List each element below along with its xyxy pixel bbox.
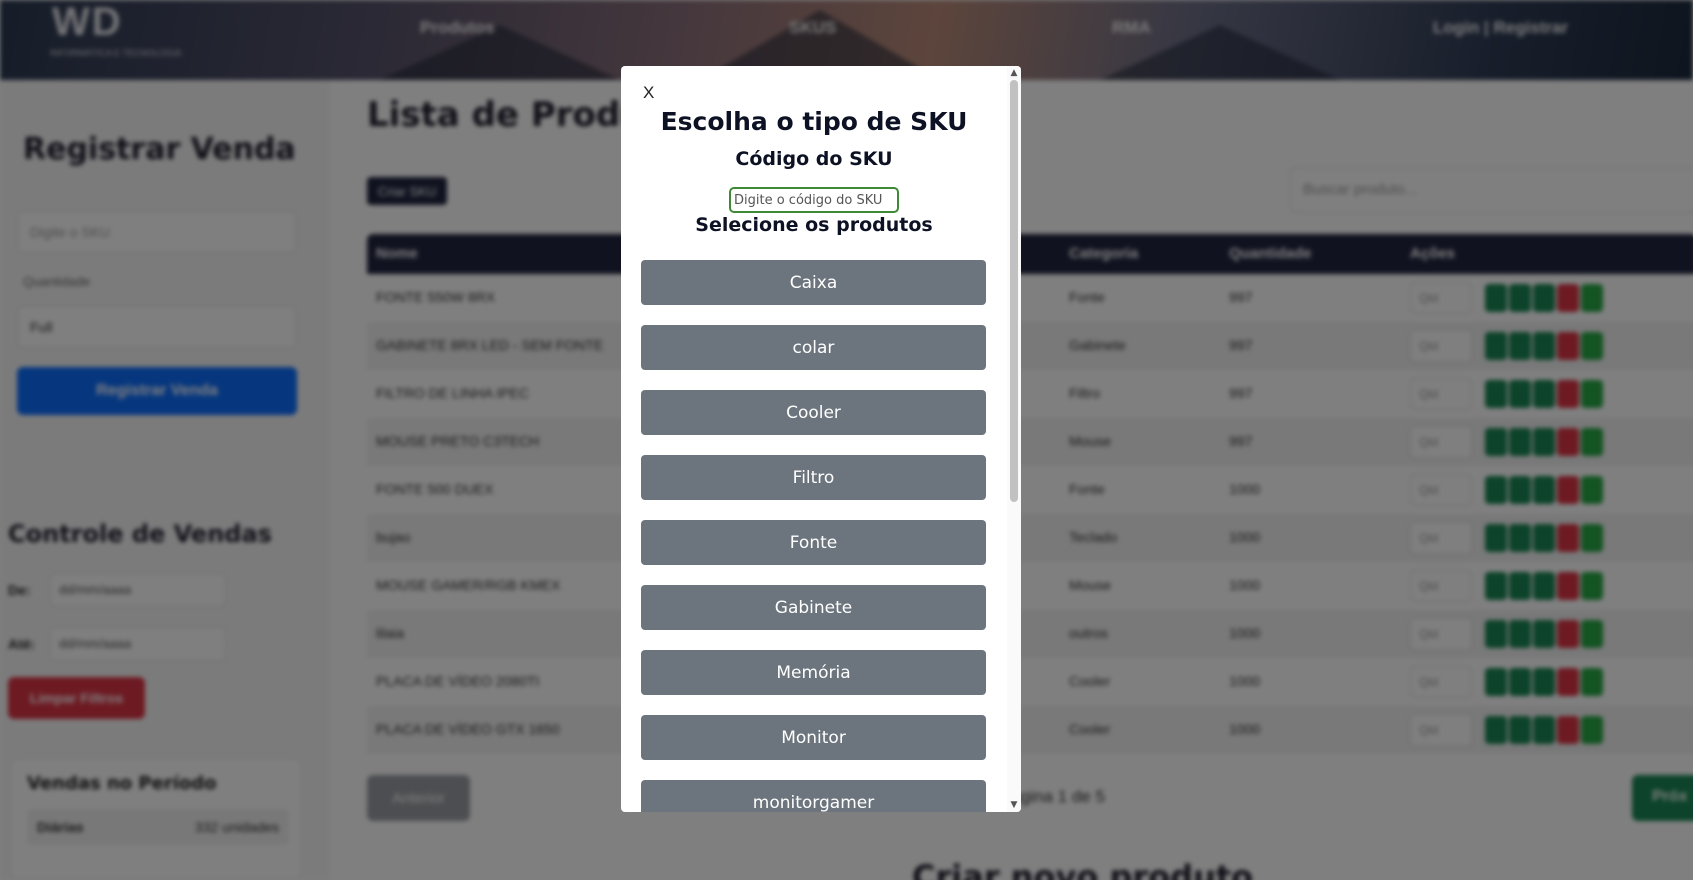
product-button-list: Caixa colar Cooler Filtro Fonte Gabinete Memór… [641, 260, 986, 812]
product-option-button[interactable]: colar [641, 325, 986, 370]
product-option-button[interactable]: Fonte [641, 520, 986, 565]
product-option-button[interactable]: Memória [641, 650, 986, 695]
scroll-up-arrow-icon[interactable]: ▲ [1007, 66, 1021, 80]
product-option-button[interactable]: Gabinete [641, 585, 986, 630]
sku-code-input[interactable] [729, 187, 899, 213]
select-products-heading: Selecione os produtos [695, 214, 933, 236]
modal-title: Escolha o tipo de SKU [660, 107, 968, 136]
scroll-down-arrow-icon[interactable]: ▼ [1007, 798, 1021, 812]
scrollbar-thumb[interactable] [1010, 80, 1018, 502]
product-option-button[interactable]: Filtro [641, 455, 986, 500]
product-option-button[interactable]: Monitor [641, 715, 986, 760]
product-option-button[interactable]: Cooler [641, 390, 986, 435]
modal-scrollbar[interactable]: ▲ ▼ [1007, 66, 1021, 812]
product-option-button[interactable]: Caixa [641, 260, 986, 305]
sku-code-heading: Código do SKU [735, 148, 893, 170]
sku-type-modal: X Escolha o tipo de SKU Código do SKU Se… [621, 66, 1021, 812]
close-modal-button[interactable]: X [643, 83, 654, 103]
modal-content: X Escolha o tipo de SKU Código do SKU Se… [621, 66, 1007, 812]
product-option-button[interactable]: monitorgamer [641, 780, 986, 812]
